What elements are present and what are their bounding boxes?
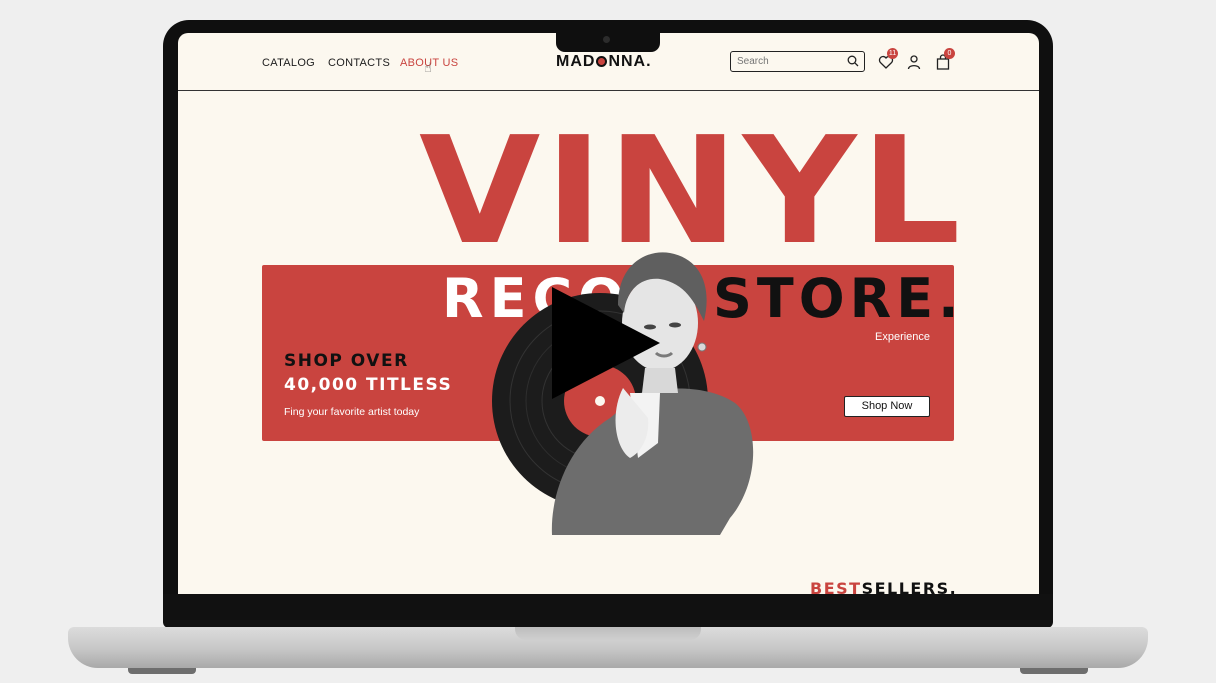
cart-badge: 0 bbox=[944, 48, 955, 59]
search-box[interactable] bbox=[730, 51, 865, 72]
play-icon[interactable] bbox=[550, 287, 662, 399]
laptop-foot-left bbox=[128, 668, 196, 674]
laptop-bottom-bezel bbox=[163, 594, 1053, 628]
website-screen: CATALOG CONTACTS ABOUT US ☝ MADNNA. 11 0… bbox=[178, 33, 1039, 594]
laptop-base-notch bbox=[515, 627, 701, 640]
shop-now-button[interactable]: Shop Now bbox=[844, 396, 930, 417]
header-divider bbox=[178, 90, 1039, 91]
bestsellers-best: BEST bbox=[810, 579, 862, 594]
cart-button[interactable]: 0 bbox=[935, 48, 955, 72]
camera-lens bbox=[603, 36, 610, 43]
hero-titles-count: 40,000 TITLESS bbox=[284, 375, 453, 395]
logo-text-start: MAD bbox=[556, 53, 596, 70]
nav-catalog[interactable]: CATALOG bbox=[262, 57, 315, 69]
hero-experience-text: Experience bbox=[875, 331, 931, 343]
camera-notch bbox=[556, 33, 660, 52]
hero-shop-over: SHOP OVER bbox=[284, 351, 409, 371]
logo-text-end: NNA. bbox=[608, 53, 652, 70]
account-button[interactable] bbox=[906, 54, 924, 72]
wishlist-button[interactable]: 11 bbox=[878, 48, 898, 72]
search-icon[interactable] bbox=[847, 55, 859, 67]
logo-record-icon bbox=[596, 56, 608, 67]
site-logo[interactable]: MAD NNA. bbox=[556, 53, 652, 71]
wishlist-badge: 11 bbox=[887, 48, 898, 59]
user-icon bbox=[907, 55, 921, 70]
hero-tagline: Fing your favorite artist today bbox=[284, 406, 420, 418]
laptop-base bbox=[68, 627, 1148, 668]
nav-contacts[interactable]: CONTACTS bbox=[328, 57, 390, 69]
laptop-foot-right bbox=[1020, 668, 1088, 674]
bestsellers-sellers: SELLERS. bbox=[861, 579, 958, 594]
bestsellers-heading: BESTSELLERS. bbox=[810, 579, 957, 594]
search-input[interactable] bbox=[737, 54, 837, 69]
pointer-cursor-icon: ☝ bbox=[424, 61, 432, 76]
